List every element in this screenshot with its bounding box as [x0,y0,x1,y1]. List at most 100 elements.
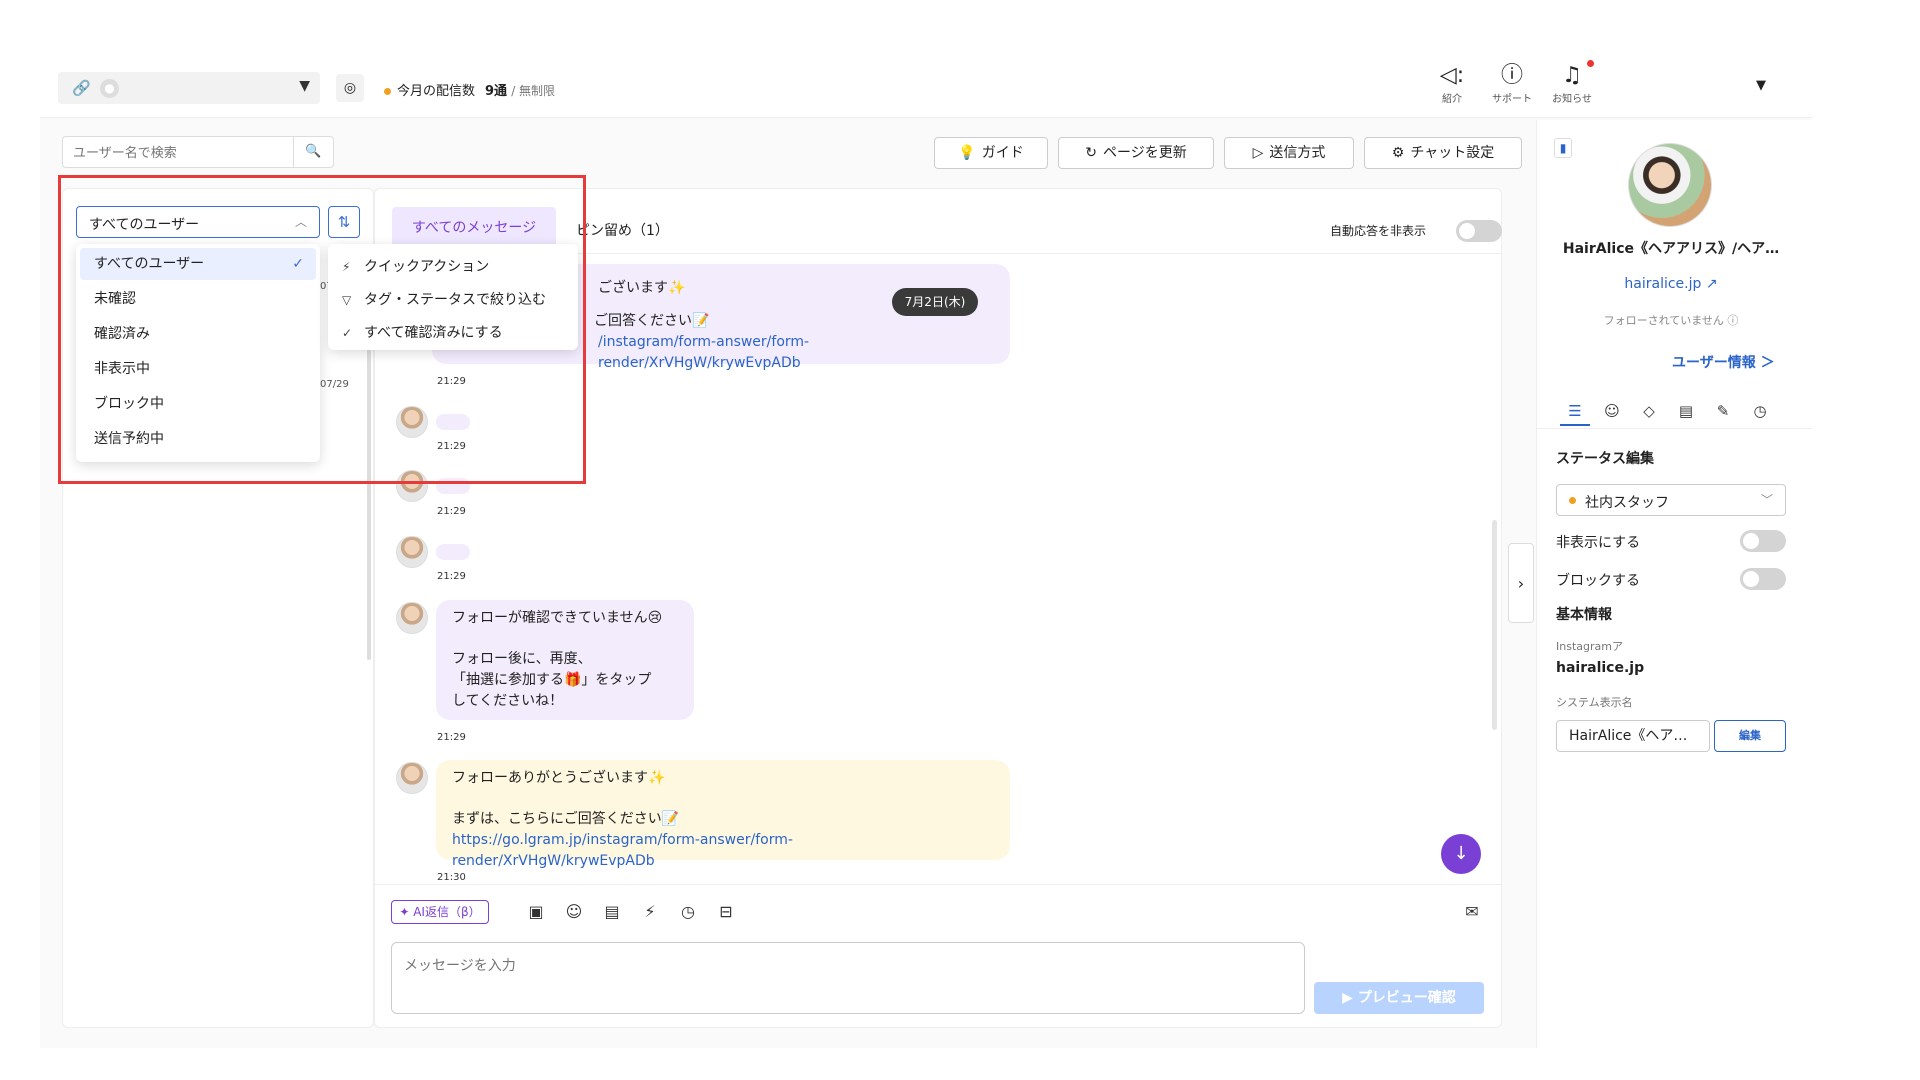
search-icon[interactable]: 🔍 [293,137,333,167]
bell-icon: ♫ [1562,63,1582,88]
divider [1537,428,1812,429]
hide-label: 非表示にする [1556,535,1641,551]
refresh-button[interactable]: ↻ ページを更新 [1058,137,1214,169]
document-icon[interactable]: ▤ [600,900,624,924]
profile-name: HairAlice《ヘアアリス》/ヘア… [1562,241,1780,257]
avatar [396,762,428,794]
gear-icon: ⚙ [1391,145,1405,161]
avatar [396,536,428,568]
arrow-down-icon: ↓ [1453,843,1469,864]
instagram-account-value: hairalice.jp [1556,660,1645,676]
user-menu-chevron-icon[interactable]: ▼ [1756,78,1766,93]
send-icon: ▶ [1342,990,1358,1006]
basic-info-heading: 基本情報 [1556,607,1612,623]
system-name-field[interactable]: HairAlice《ヘア… [1556,720,1710,752]
usage-dot [384,88,391,95]
ai-reply-button[interactable]: ✦ AI返信（β） [391,900,489,924]
sparkle-icon: ✦ [399,905,414,919]
account-avatar-icon: ● [100,79,119,98]
image-icon[interactable]: ▣ [524,900,548,924]
send-icon: ▷ [1252,145,1264,161]
megaphone-label: 紹介 [1442,94,1462,105]
tab-history-icon[interactable]: ◷ [1745,396,1775,426]
refresh-icon: ↻ [1085,145,1097,161]
emoji-icon[interactable]: ☺ [562,900,586,924]
support-button[interactable]: ⓘ サポート [1482,62,1542,105]
mail-icon[interactable]: ✉ [1460,900,1484,924]
chevron-down-icon: ﹀ [1760,493,1773,507]
message-text: フォロー後に、再度、 [452,651,592,667]
refresh-label: ページを更新 [1103,145,1187,161]
tab-pinned[interactable]: ピン留め（1） [576,220,669,240]
scroll-to-bottom-button[interactable]: ↓ [1441,834,1481,874]
message-time: 21:29 [437,506,466,517]
message-input[interactable] [392,943,1304,1013]
guide-button[interactable]: 💡 ガイド [934,137,1048,169]
usage-limit: / 無制限 [511,84,556,98]
message-text: フォローありがとうございます✨ [452,770,666,786]
lightbulb-icon: 💡 [958,145,976,161]
user-search-input[interactable] [63,137,283,167]
message-time: 21:29 [437,571,466,582]
hide-toggle[interactable] [1740,530,1786,552]
usage-count: 9通 [485,84,508,99]
message-bubble: フォローありがとうございます✨ まずは、こちらにご回答ください📝 https:/… [436,760,1010,869]
tab-edit-icon[interactable]: ✎ [1708,396,1738,426]
tab-user-icon[interactable]: ☺ [1597,396,1627,426]
status-select[interactable]: 社内スタッフ ﹀ [1556,484,1786,516]
profile-avatar [1628,143,1712,227]
user-info-link[interactable]: ユーザー情報 ＞ [1672,352,1775,372]
guide-label: ガイド [981,145,1024,161]
clock-icon[interactable]: ◷ [676,900,700,924]
message-time: 21:30 [437,872,466,883]
notification-button[interactable]: ♫ お知らせ [1542,62,1602,105]
system-name-label: システム表示名 [1556,696,1633,709]
message-input-box [391,942,1305,1014]
tab-tag-icon[interactable]: ◇ [1634,396,1664,426]
user-search: 🔍 [62,136,334,168]
message-text: まずは、こちらにご回答ください📝 [452,811,680,827]
megaphone-button[interactable]: ◁: 紹介 [1422,62,1482,105]
chevron-right-icon: › [1517,574,1525,593]
tab-form-icon[interactable]: ▤ [1671,396,1701,426]
avatar [396,602,428,634]
status-value: 社内スタッフ [1585,495,1669,511]
message-text: 「抽選に参加する🎁」をタップ [452,672,652,688]
usage-indicator: 今月の配信数 9通 / 無制限 [384,80,555,99]
message-time: 21:29 [437,732,466,743]
block-label: ブロックする [1556,573,1640,589]
preview-label: プレビュー確認 [1357,990,1456,1006]
template-icon[interactable]: ⊟ [714,900,738,924]
bookmark-icon[interactable]: ▮ [1554,138,1572,158]
send-method-label: 送信方式 [1269,145,1326,161]
instagram-icon[interactable]: ◎ [336,74,364,102]
usage-label: 今月の配信数 [397,84,476,99]
notification-badge [1587,60,1594,67]
preview-button[interactable]: ▶ プレビュー確認 [1314,982,1484,1014]
external-link-icon: ↗ [1701,276,1718,292]
chat-settings-button[interactable]: ⚙ チャット設定 [1364,137,1522,169]
message-bubble [436,544,470,560]
follow-status: フォローされていません ⓘ [1603,314,1739,327]
chevron-down-icon: ▼ [299,78,310,94]
block-toggle[interactable] [1740,568,1786,590]
account-selector[interactable]: 🔗 ● ▼ [58,72,320,104]
message-text: フォローが確認できていません😢 [452,610,663,626]
date-badge: 7月2日(木) [892,288,978,316]
tab-profile-list-icon[interactable]: ☰ [1560,396,1590,426]
edit-button[interactable]: 編集 [1714,720,1786,752]
link-icon: 🔗 [72,79,91,97]
message-text: してくださいね！ [452,693,564,709]
auto-reply-hide-toggle[interactable] [1456,220,1502,242]
megaphone-icon: ◁: [1439,63,1465,88]
collapse-panel-button[interactable]: › [1508,543,1534,623]
chat-scrollbar[interactable] [1492,520,1497,730]
message-link[interactable]: https://go.lgram.jp/instagram/form-answe… [452,830,994,872]
profile-handle-link[interactable]: hairalice.jp ↗ [1556,276,1786,292]
send-method-button[interactable]: ▷ 送信方式 [1224,137,1354,169]
lightning-icon[interactable]: ⚡ [638,900,662,924]
instagram-account-label: Instagramア [1556,640,1623,653]
support-label: サポート [1492,94,1532,105]
message-bubble: フォローが確認できていません😢 フォロー後に、再度、 「抽選に参加する🎁」をタッ… [436,600,694,720]
status-dot [1569,497,1576,504]
